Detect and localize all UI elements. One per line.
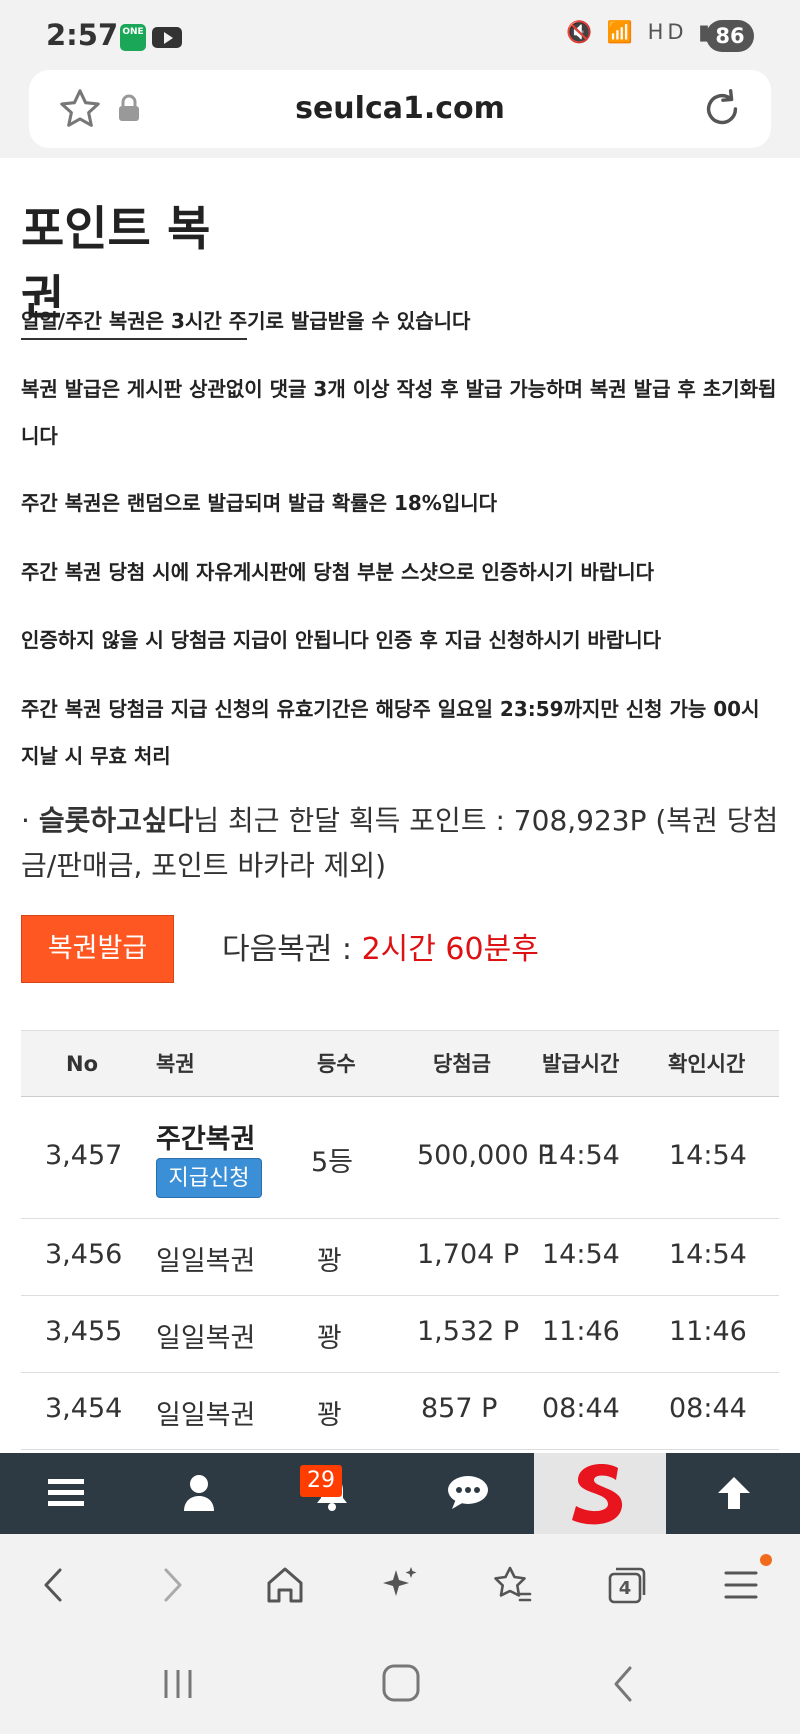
menu-notification-dot	[760, 1554, 772, 1566]
browser-toolbar: 4	[0, 1534, 800, 1634]
table-row: 3,454 일일복권 꽝 857 P 08:44 08:44	[21, 1373, 779, 1450]
battery-indicator: 86	[706, 20, 754, 52]
cell-ticket: 주간복권	[156, 1124, 256, 1155]
youtube-icon	[152, 27, 182, 48]
col-header-issued: 발급시간	[542, 1052, 620, 1076]
cell-rank: 5등	[311, 1147, 354, 1178]
system-nav-bar	[0, 1634, 800, 1734]
address-bar[interactable]: seulca1.com	[29, 70, 771, 148]
home-icon[interactable]	[262, 1562, 308, 1608]
site-logo	[572, 1464, 623, 1525]
col-header-checked: 확인시간	[668, 1052, 746, 1076]
nav-chat-button[interactable]	[400, 1453, 532, 1534]
cell-prize: 857 P	[421, 1393, 498, 1424]
nav-scroll-top-button[interactable]	[668, 1453, 800, 1534]
sparkle-icon[interactable]	[376, 1562, 422, 1608]
notice-5: 인증하지 않을 시 당첨금 지급이 안됩니다 인증 후 지급 신청하시기 바랍니…	[21, 628, 662, 652]
back-icon[interactable]	[32, 1562, 78, 1608]
cell-rank: 꽝	[317, 1400, 342, 1431]
site-logo-button[interactable]	[534, 1453, 666, 1534]
next-lottery-value: 2시간 60분후	[361, 932, 539, 967]
cell-ticket: 일일복권	[156, 1323, 256, 1354]
address-bar-container: seulca1.com	[0, 70, 800, 158]
cell-ticket: 일일복권	[156, 1246, 256, 1277]
status-time: 2:57	[46, 18, 119, 52]
cell-issued: 14:54	[542, 1140, 620, 1171]
cell-prize: 1,704 P	[417, 1239, 520, 1270]
nav-menu-button[interactable]	[0, 1453, 132, 1534]
notice-4: 주간 복권 당첨 시에 자유게시판에 당첨 부분 스샷으로 인증하시기 바랍니다	[21, 560, 655, 584]
lottery-history-table: No 복권 등수 당첨금 발급시간 확인시간 3,457 주간복권 지급신청 5…	[21, 1030, 779, 1450]
claim-payout-button[interactable]: 지급신청	[156, 1158, 262, 1198]
notification-count-badge: 29	[300, 1465, 342, 1497]
forward-icon[interactable]	[148, 1562, 194, 1608]
table-row: 3,455 일일복권 꽝 1,532 P 11:46 11:46	[21, 1296, 779, 1373]
home-nav-icon[interactable]	[380, 1662, 422, 1704]
cell-prize: 1,532 P	[417, 1316, 520, 1347]
col-header-ticket: 복권	[156, 1052, 195, 1076]
next-lottery-label: 다음복권 :	[222, 932, 362, 967]
col-header-rank: 등수	[317, 1052, 356, 1076]
cell-checked: 08:44	[669, 1393, 747, 1424]
points-summary: · 슬롯하고싶다님 최근 한달 획득 포인트 : 708,923P (복권 당첨…	[21, 798, 791, 888]
notice-2: 복권 발급은 게시판 상관없이 댓글 3개 이상 작성 후 발급 가능하며 복권…	[21, 377, 777, 448]
recent-apps-icon[interactable]	[158, 1664, 198, 1704]
site-bottom-nav	[0, 1453, 800, 1534]
notice-3: 주간 복권은 랜덤으로 발급되며 발급 확률은 18%입니다	[21, 491, 498, 515]
cell-no: 3,454	[45, 1393, 123, 1424]
cell-issued: 08:44	[542, 1393, 620, 1424]
table-row: 3,457 주간복권 지급신청 5등 500,000 P 14:54 14:54	[21, 1097, 779, 1219]
summary-bullet: ·	[21, 804, 39, 837]
cell-rank: 꽝	[317, 1323, 342, 1354]
chat-icon	[448, 1476, 488, 1509]
browser-menu-icon[interactable]	[718, 1562, 764, 1608]
cell-prize: 500,000 P	[417, 1140, 554, 1171]
back-nav-icon[interactable]	[604, 1664, 644, 1704]
url-text[interactable]: seulca1.com	[29, 91, 771, 126]
cell-checked: 14:54	[669, 1140, 747, 1171]
col-header-prize: 당첨금	[433, 1052, 491, 1076]
nav-user-button[interactable]	[133, 1453, 265, 1534]
cell-checked: 14:54	[669, 1239, 747, 1270]
user-icon	[184, 1475, 214, 1511]
menu-icon	[48, 1479, 84, 1506]
reload-icon[interactable]	[699, 86, 745, 132]
cell-ticket: 일일복권	[156, 1400, 256, 1431]
arrow-up-icon	[718, 1477, 750, 1509]
cell-no: 3,455	[45, 1316, 123, 1347]
status-icons: 🔇 📶 HD ▮	[566, 20, 714, 44]
col-header-no: No	[66, 1052, 99, 1076]
cell-rank: 꽝	[317, 1246, 342, 1277]
username: 슬롯하고싶다	[38, 804, 194, 837]
status-bar: 2:57 ONE 🔇 📶 HD ▮ 86	[0, 0, 800, 70]
tabs-button[interactable]: 4	[604, 1562, 650, 1608]
tab-count: 4	[618, 1578, 632, 1599]
cell-checked: 11:46	[669, 1316, 747, 1347]
table-row: 3,456 일일복권 꽝 1,704 P 14:54 14:54	[21, 1219, 779, 1296]
notice-1: 일일/주간 복권은 3시간 주기로 발급받을 수 있습니다	[21, 309, 471, 333]
cell-no: 3,457	[45, 1140, 123, 1171]
cell-no: 3,456	[45, 1239, 123, 1270]
cell-issued: 11:46	[542, 1316, 620, 1347]
cell-issued: 14:54	[542, 1239, 620, 1270]
issue-lottery-button[interactable]: 복권발급	[21, 915, 174, 983]
notice-6: 주간 복권 당첨금 지급 신청의 유효기간은 해당주 일요일 23:59까지만 …	[21, 697, 760, 768]
next-lottery-timer: 다음복권 : 2시간 60분후	[222, 924, 539, 968]
table-header: No 복권 등수 당첨금 발급시간 확인시간	[21, 1030, 779, 1097]
one-app-icon: ONE	[120, 24, 146, 51]
bookmarks-icon[interactable]	[490, 1562, 536, 1608]
